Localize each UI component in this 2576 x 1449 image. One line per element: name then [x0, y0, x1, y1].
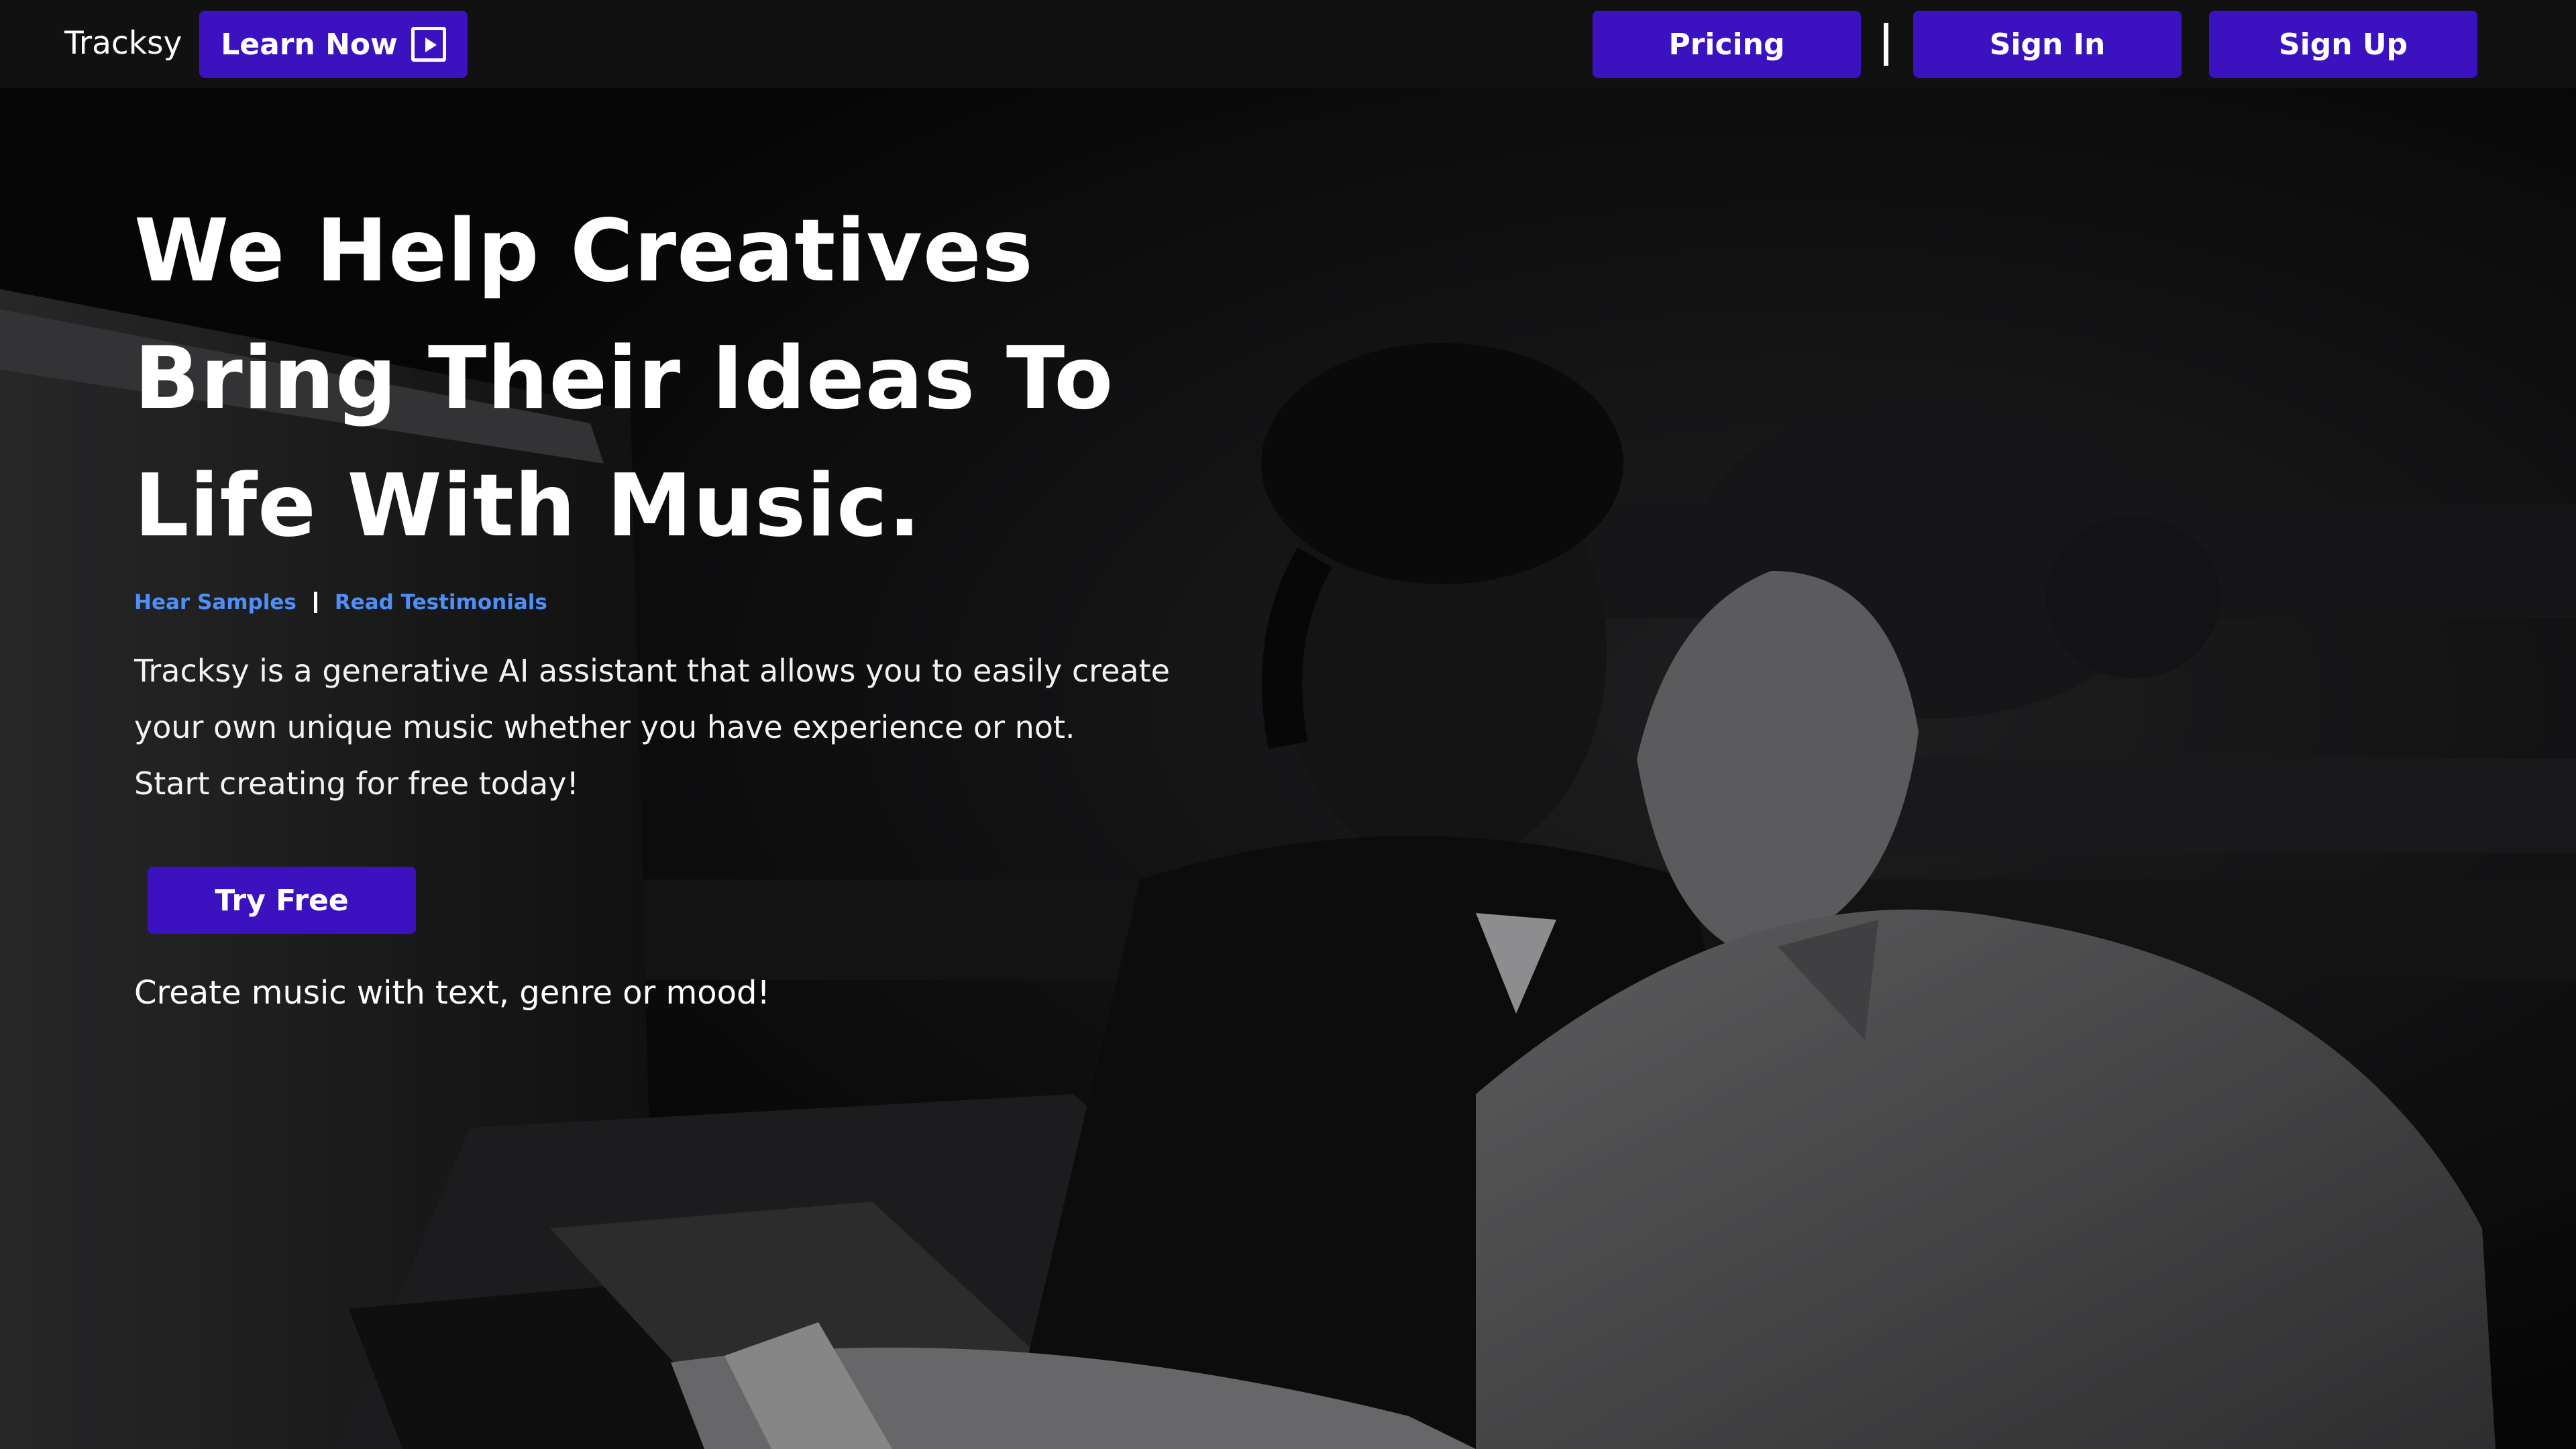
brand-logo[interactable]: Tracksy: [64, 23, 182, 64]
hero-description: Tracksy is a generative AI assistant tha…: [134, 643, 1208, 812]
hero-headline: We Help Creatives Bring Their Ideas To L…: [134, 188, 1208, 570]
description-line: Start creating for free today!: [134, 765, 579, 802]
hero-section: We Help Creatives Bring Their Ideas To L…: [134, 188, 1208, 1012]
play-square-icon: [411, 27, 446, 62]
description-line: your own unique music whether you have e…: [134, 709, 1075, 745]
hero-links: Hear Samples Read Testimonials: [134, 590, 1208, 614]
description-line: Tracksy is a generative AI assistant tha…: [134, 653, 1170, 689]
hero-tagline: Create music with text, genre or mood!: [134, 974, 770, 1012]
headline-line: We Help Creatives: [134, 201, 1034, 301]
pricing-button[interactable]: Pricing: [1593, 11, 1861, 78]
try-free-button[interactable]: Try Free: [148, 867, 416, 934]
top-navbar: Tracksy Learn Now Pricing Sign In Sign U…: [0, 0, 2576, 88]
read-testimonials-link[interactable]: Read Testimonials: [335, 590, 547, 614]
headline-line: Life With Music.: [134, 456, 922, 556]
headline-line: Bring Their Ideas To: [134, 329, 1114, 429]
learn-now-label: Learn Now: [221, 27, 398, 62]
hear-samples-link[interactable]: Hear Samples: [134, 590, 297, 614]
link-divider: [313, 592, 317, 613]
sign-in-button[interactable]: Sign In: [1913, 11, 2182, 78]
learn-now-button[interactable]: Learn Now: [199, 11, 468, 78]
sign-up-button[interactable]: Sign Up: [2209, 11, 2477, 78]
landing-page: Tracksy Learn Now Pricing Sign In Sign U…: [0, 0, 2576, 1449]
nav-divider: [1884, 23, 1888, 66]
